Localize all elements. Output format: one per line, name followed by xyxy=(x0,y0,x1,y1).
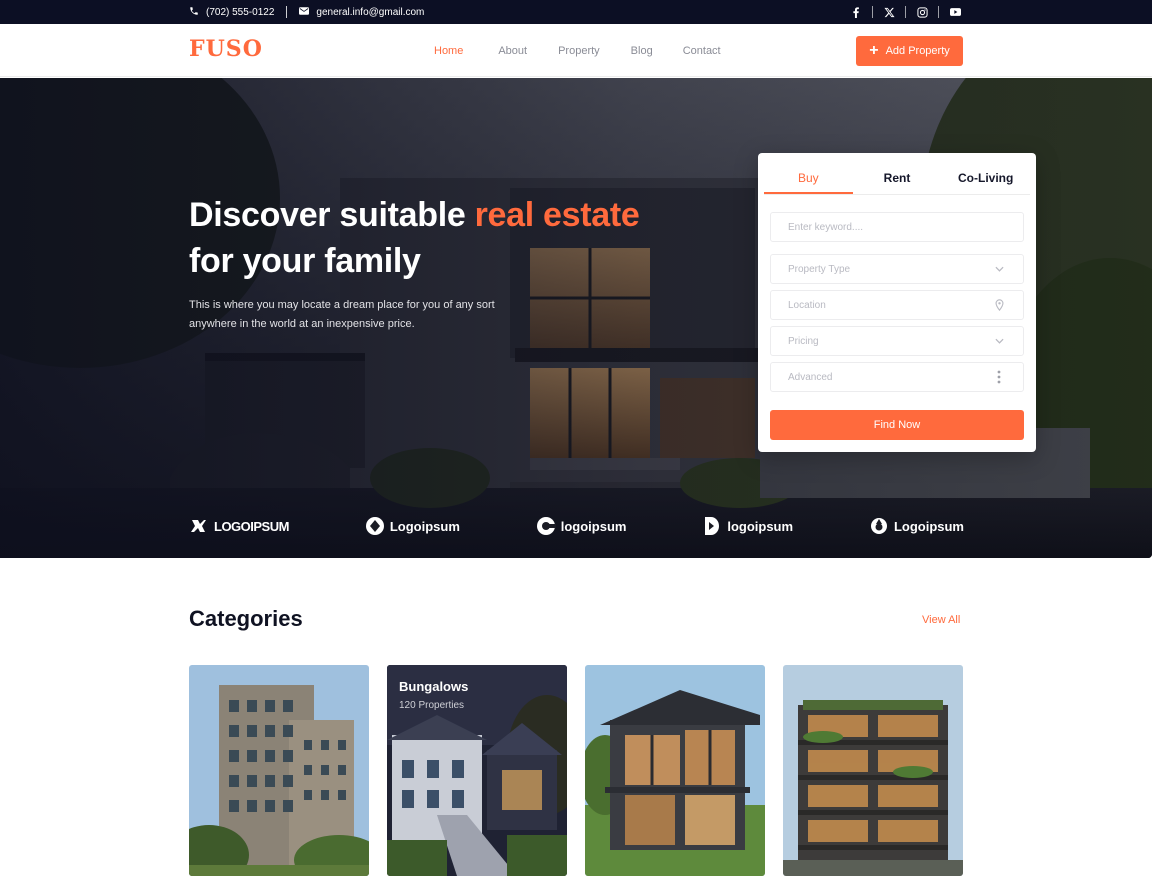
nav-home[interactable]: Home xyxy=(434,45,463,57)
pricing-placeholder: Pricing xyxy=(788,335,819,347)
contact-info: (702) 555-0122 general.info@gmail.com xyxy=(189,0,424,24)
top-bar: (702) 555-0122 general.info@gmail.com xyxy=(0,0,1152,24)
modern-house-image xyxy=(585,665,765,876)
logoipsum-mark-icon xyxy=(189,516,209,536)
nav-menu: Home About Property Blog Contact xyxy=(434,24,751,77)
nav-blog[interactable]: Blog xyxy=(631,45,653,57)
hero-headline-part2: for your family xyxy=(189,242,421,280)
property-search-card: Buy Rent Co-Living Enter keyword.... Pro… xyxy=(758,153,1036,452)
instagram-icon[interactable] xyxy=(914,4,930,20)
plus-icon: + xyxy=(869,42,879,59)
location-pin-icon xyxy=(993,299,1005,311)
logoipsum-mark-icon xyxy=(365,516,385,536)
phone-contact[interactable]: (702) 555-0122 xyxy=(189,6,274,19)
location-placeholder: Location xyxy=(788,299,826,311)
advanced-placeholder: Advanced xyxy=(788,371,833,383)
category-count: 120 Properties xyxy=(399,700,465,711)
main-navigation: FUSO Home About Property Blog Contact + … xyxy=(0,24,1152,77)
divider xyxy=(938,6,939,18)
partner-logo: LOGOIPSUM xyxy=(189,516,289,536)
categories-heading: Categories xyxy=(189,606,303,631)
partner-logo-text: LOGOIPSUM xyxy=(214,518,289,534)
social-links xyxy=(848,0,963,24)
hero-headline: Discover suitable real estate for your f… xyxy=(189,192,709,284)
logoipsum-mark-icon xyxy=(536,516,556,536)
property-type-select[interactable]: Property Type xyxy=(770,254,1024,284)
partner-logo-text: Logoipsum xyxy=(893,518,964,534)
find-now-button[interactable]: Find Now xyxy=(770,410,1024,440)
apartment-building-image xyxy=(189,665,369,876)
hero-headline-accent: real estate xyxy=(474,196,640,234)
divider xyxy=(286,6,288,18)
phone-icon xyxy=(189,6,199,19)
tab-rent[interactable]: Rent xyxy=(853,165,942,194)
apartment-tower-image xyxy=(783,665,963,876)
nav-contact[interactable]: Contact xyxy=(683,45,721,57)
nav-property[interactable]: Property xyxy=(558,45,600,57)
keyword-input[interactable]: Enter keyword.... xyxy=(770,212,1024,242)
youtube-icon[interactable] xyxy=(947,4,963,20)
location-input[interactable]: Location xyxy=(770,290,1024,320)
logoipsum-mark-icon xyxy=(702,516,722,536)
partner-logos: LOGOIPSUM Logoipsum logoipsum logoipsum … xyxy=(189,514,964,538)
tab-buy[interactable]: Buy xyxy=(764,165,853,194)
partner-logo-text: logoipsum xyxy=(727,518,794,534)
facebook-icon[interactable] xyxy=(848,4,864,20)
brand-logo[interactable]: FUSO xyxy=(189,36,263,62)
partner-logo-text: logoipsum xyxy=(560,518,627,534)
bungalow-image xyxy=(387,665,567,876)
hero-subtitle: This is where you may locate a dream pla… xyxy=(189,299,495,330)
email-contact[interactable]: general.info@gmail.com xyxy=(299,7,424,18)
chevron-down-icon xyxy=(993,335,1005,347)
divider xyxy=(905,6,906,18)
advanced-options[interactable]: Advanced xyxy=(770,362,1024,392)
add-property-label: Add Property xyxy=(885,45,950,57)
view-all-link[interactable]: View All xyxy=(922,614,960,626)
x-icon[interactable] xyxy=(881,4,897,20)
add-property-button[interactable]: + Add Property xyxy=(856,36,963,66)
mail-icon xyxy=(299,6,310,18)
nav-about[interactable]: About xyxy=(498,45,527,57)
partner-logo: logoipsum xyxy=(702,516,793,536)
partner-logo: Logoipsum xyxy=(365,516,460,536)
logoipsum-mark-icon xyxy=(869,516,889,536)
more-vertical-icon xyxy=(993,370,1005,384)
category-card[interactable] xyxy=(585,665,765,876)
partner-logo: Logoipsum xyxy=(869,516,964,536)
keyword-placeholder: Enter keyword.... xyxy=(788,221,864,233)
partner-logo: logoipsum xyxy=(536,516,627,536)
search-tabs: Buy Rent Co-Living xyxy=(764,165,1030,195)
partner-logo-text: Logoipsum xyxy=(389,518,460,534)
category-card[interactable] xyxy=(189,665,369,876)
chevron-down-icon xyxy=(993,263,1005,275)
hero-headline-part1: Discover suitable xyxy=(189,196,475,234)
tab-co-living[interactable]: Co-Living xyxy=(941,165,1030,194)
phone-number: (702) 555-0122 xyxy=(206,6,275,18)
property-type-placeholder: Property Type xyxy=(788,263,851,275)
category-card[interactable] xyxy=(783,665,963,876)
email-address: general.info@gmail.com xyxy=(316,6,425,18)
divider xyxy=(872,6,873,18)
pricing-select[interactable]: Pricing xyxy=(770,326,1024,356)
category-name: Bungalows xyxy=(399,679,469,694)
category-card-bungalows[interactable]: Bungalows 120 Properties xyxy=(387,665,567,876)
